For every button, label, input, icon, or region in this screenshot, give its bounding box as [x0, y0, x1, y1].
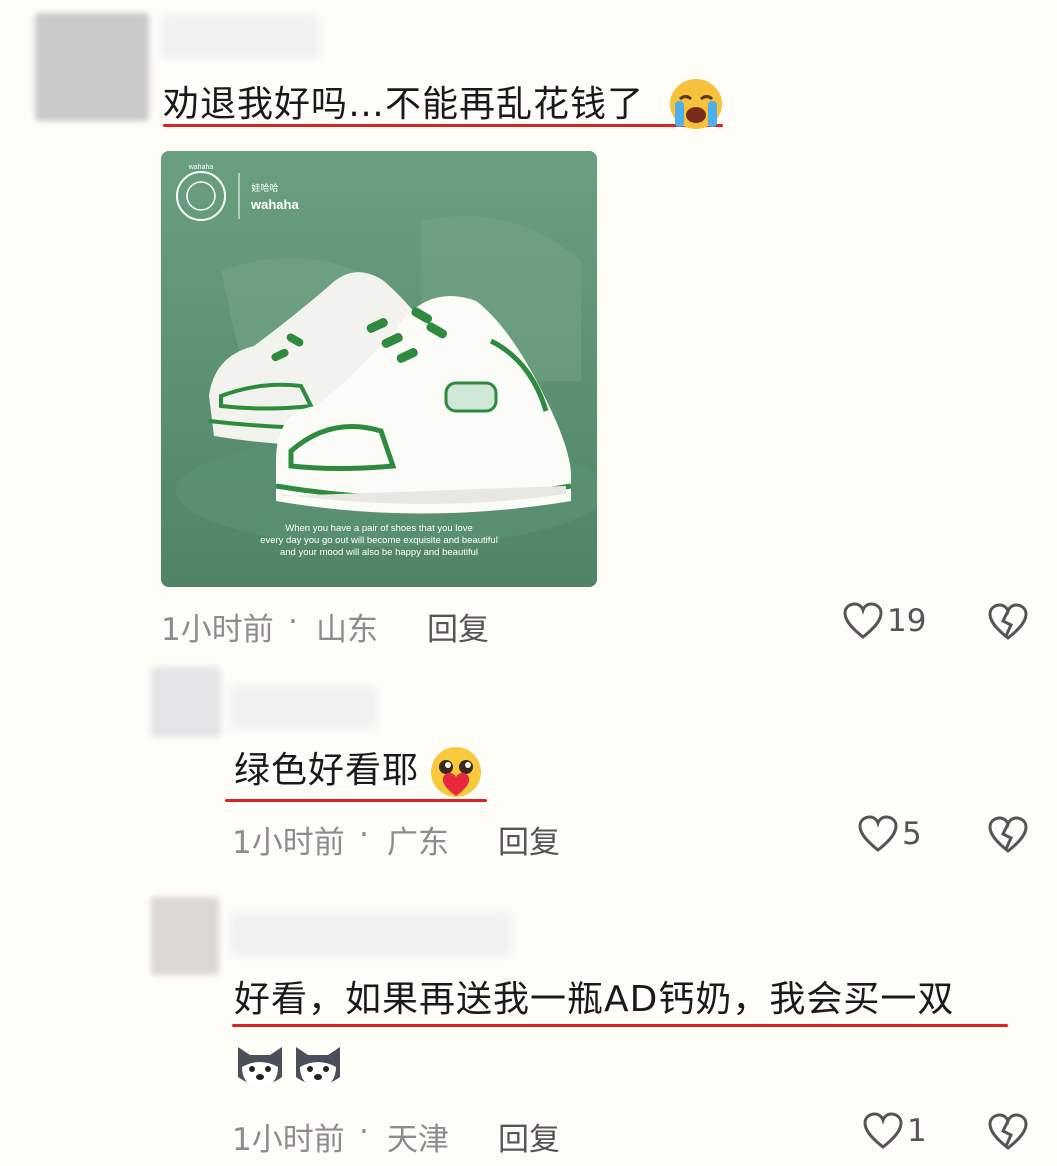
comment-text: 劝退我好吗…不能再乱花钱了 [163, 84, 645, 125]
loudly-crying-face-icon [670, 79, 722, 129]
avatar[interactable] [151, 667, 221, 737]
reply-button[interactable]: 回复 [427, 604, 489, 649]
like-count: 1 [907, 1113, 927, 1149]
comment-text: 绿色好看耶 [234, 750, 420, 791]
like-count: 5 [902, 816, 922, 852]
brand-badge: wahaha [188, 164, 214, 171]
broken-heart-icon[interactable] [988, 816, 1028, 854]
highlight-underline [232, 1024, 1008, 1027]
username[interactable] [230, 912, 512, 956]
heart-icon [843, 602, 883, 639]
pleading-face-with-heart-icon [431, 747, 481, 797]
product-image[interactable]: wahaha wahaha 娃哈哈 When you have a pair o… [161, 151, 597, 587]
username[interactable] [230, 685, 377, 729]
comment-location: 广东 [387, 825, 449, 861]
comment-location: 天津 [387, 1122, 449, 1158]
like-button[interactable]: 1 [863, 1112, 927, 1150]
husky-dog-face-icon [296, 1047, 340, 1089]
highlight-underline [163, 124, 723, 127]
like-button[interactable]: 5 [858, 815, 922, 853]
product-tagline-1: When you have a pair of shoes that you l… [285, 523, 473, 534]
product-tagline-2: every day you go out will become exquisi… [260, 535, 498, 546]
sneaker-illustration: wahaha wahaha 娃哈哈 [161, 151, 597, 587]
broken-heart-icon[interactable] [988, 603, 1028, 641]
brand-name-cn: 娃哈哈 [251, 182, 278, 194]
product-tagline-3: and your mood will also be happy and bea… [279, 547, 479, 558]
comment-location: 山东 [316, 612, 378, 648]
heart-icon [863, 1112, 903, 1149]
meta-separator: · [359, 817, 369, 853]
comment-time: 1小时前 [232, 1122, 345, 1158]
meta-separator: · [288, 604, 298, 640]
username[interactable] [160, 15, 320, 59]
broken-heart-icon[interactable] [988, 1113, 1028, 1151]
like-button[interactable]: 19 [843, 602, 926, 640]
comment-time: 1小时前 [232, 825, 345, 861]
meta-separator: · [359, 1114, 369, 1150]
brand-name: wahaha [250, 197, 299, 212]
like-count: 19 [887, 603, 927, 639]
reply-button[interactable]: 回复 [498, 1114, 560, 1159]
reply-button[interactable]: 回复 [498, 817, 560, 862]
avatar[interactable] [35, 13, 149, 121]
heart-icon [858, 815, 898, 852]
comment-time: 1小时前 [161, 612, 274, 648]
avatar[interactable] [151, 897, 219, 975]
comment-text: 好看，如果再送我一瓶AD钙奶，我会买一双 [234, 979, 955, 1020]
husky-dog-face-icon [238, 1047, 282, 1089]
